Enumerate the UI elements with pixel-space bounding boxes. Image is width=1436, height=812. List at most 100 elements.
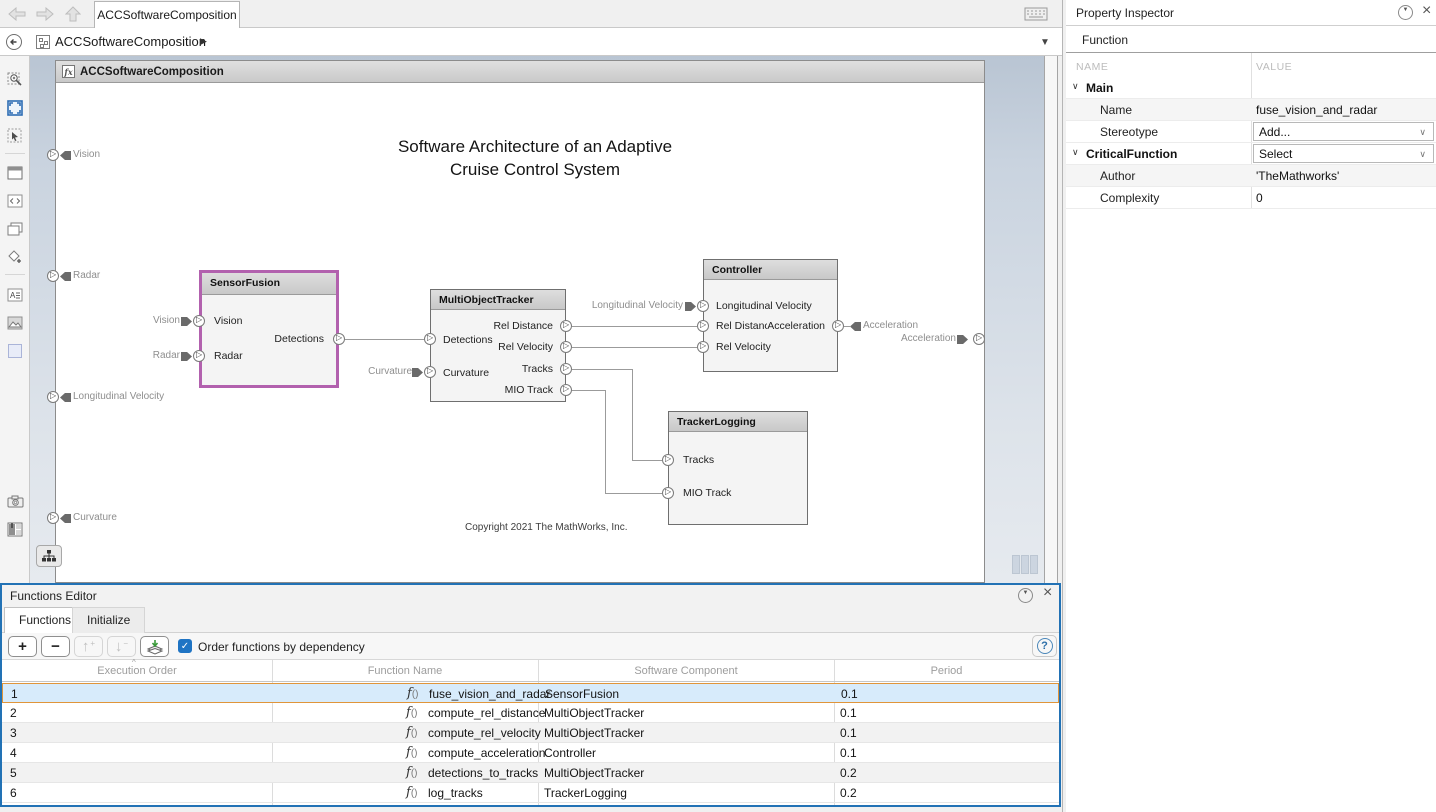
- output-port[interactable]: [560, 363, 572, 375]
- resize-grip[interactable]: [1012, 555, 1020, 574]
- forward-arrow-icon[interactable]: [34, 4, 56, 24]
- area-box-icon[interactable]: [6, 342, 24, 360]
- boundary-port-acceleration[interactable]: [973, 333, 985, 345]
- table-row[interactable]: 1 fuse_vision_and_radar SensorFusion 0.1: [2, 683, 1059, 703]
- connector-acceleration[interactable]: [844, 326, 851, 327]
- image-icon[interactable]: [6, 314, 24, 332]
- order-by-dependency-checkbox[interactable]: [178, 639, 192, 653]
- input-port[interactable]: [662, 454, 674, 466]
- add-function-button[interactable]: +: [8, 636, 37, 657]
- zoom-region-icon[interactable]: [6, 71, 24, 89]
- component-block-icon[interactable]: [6, 164, 24, 182]
- connector-rel-distance[interactable]: [572, 326, 697, 327]
- component-multiobjecttracker[interactable]: MultiObjectTracker Detections Curvature …: [430, 289, 566, 402]
- source-label[interactable]: Radar: [130, 350, 180, 361]
- output-port[interactable]: [560, 384, 572, 396]
- move-down-button[interactable]: ↓−: [107, 636, 136, 657]
- copyright-annotation[interactable]: Copyright 2021 The MathWorks, Inc.: [465, 522, 628, 533]
- connector-detections[interactable]: [345, 339, 424, 340]
- output-port[interactable]: [832, 320, 844, 332]
- col-period[interactable]: Period: [834, 665, 1059, 677]
- tab-initialize[interactable]: Initialize: [72, 607, 145, 633]
- connector-mio-track[interactable]: [572, 390, 606, 391]
- input-port[interactable]: [424, 333, 436, 345]
- boundary-port-vision[interactable]: [47, 149, 59, 161]
- annotation-icon[interactable]: A: [6, 286, 24, 304]
- viewpoints-icon[interactable]: [6, 520, 24, 538]
- name-value-field[interactable]: fuse_vision_and_radar: [1256, 103, 1377, 117]
- remove-function-button[interactable]: −: [41, 636, 70, 657]
- component-sensorfusion[interactable]: SensorFusion Vision Radar Detections: [199, 270, 339, 388]
- connector-mio-track[interactable]: [605, 390, 606, 493]
- input-port[interactable]: [697, 320, 709, 332]
- source-label[interactable]: Longitudinal Velocity: [575, 300, 683, 311]
- connector-mio-track[interactable]: [605, 493, 662, 494]
- fit-to-view-icon[interactable]: [6, 99, 24, 117]
- sink-label[interactable]: Acceleration: [863, 320, 918, 331]
- source-label[interactable]: Curvature: [352, 366, 412, 377]
- table-row[interactable]: 5 detections_to_tracks MultiObjectTracke…: [2, 763, 1059, 783]
- boundary-port-curvature[interactable]: [47, 512, 59, 524]
- stereotype-dropdown[interactable]: Add... ∨: [1253, 122, 1434, 141]
- panel-menu-icon[interactable]: [1398, 5, 1413, 20]
- back-arrow-icon[interactable]: [6, 4, 28, 24]
- connector-tracks[interactable]: [632, 369, 633, 460]
- resize-grip[interactable]: [1021, 555, 1029, 574]
- resize-grip[interactable]: [1030, 555, 1038, 574]
- vertical-scrollbar[interactable]: [1044, 56, 1058, 583]
- chevron-down-icon[interactable]: ∨: [1072, 147, 1079, 158]
- section-row-criticalfunction[interactable]: ∨ CriticalFunction Select ∨: [1066, 143, 1436, 165]
- update-dependencies-icon[interactable]: [140, 636, 169, 657]
- output-port[interactable]: [560, 341, 572, 353]
- diagram-canvas[interactable]: fx ACCSoftwareComposition Software Archi…: [30, 56, 1062, 583]
- help-button[interactable]: ?: [1032, 635, 1057, 657]
- boundary-port-label[interactable]: Radar: [73, 270, 100, 281]
- criticalfunction-dropdown[interactable]: Select ∨: [1253, 144, 1434, 163]
- col-function-name[interactable]: Function Name: [272, 665, 538, 677]
- input-port[interactable]: [662, 487, 674, 499]
- input-port[interactable]: [697, 341, 709, 353]
- connector-tracks[interactable]: [632, 460, 662, 461]
- input-port[interactable]: [193, 315, 205, 327]
- boundary-port-label[interactable]: Vision: [73, 149, 100, 160]
- add-junction-icon[interactable]: [6, 248, 24, 266]
- boundary-port-label[interactable]: Curvature: [73, 512, 117, 523]
- boundary-port-radar[interactable]: [47, 270, 59, 282]
- keyboard-icon[interactable]: [1022, 5, 1050, 23]
- back-circle-icon[interactable]: [5, 33, 23, 51]
- author-value-field[interactable]: 'TheMathworks': [1256, 169, 1339, 183]
- chevron-down-icon[interactable]: ▼: [1040, 37, 1050, 48]
- document-tab[interactable]: ACCSoftwareComposition: [94, 1, 240, 28]
- input-port[interactable]: [424, 366, 436, 378]
- panel-menu-icon[interactable]: [1018, 588, 1033, 603]
- chevron-down-icon[interactable]: ∨: [1072, 81, 1079, 92]
- output-port[interactable]: [333, 333, 345, 345]
- move-up-button[interactable]: ↑+: [74, 636, 103, 657]
- hierarchy-view-icon[interactable]: [36, 545, 62, 567]
- boundary-port-label[interactable]: Longitudinal Velocity: [73, 391, 164, 402]
- source-label[interactable]: Vision: [130, 315, 180, 326]
- table-row[interactable]: 2 compute_rel_distance MultiObjectTracke…: [2, 703, 1059, 723]
- table-row[interactable]: 3 compute_rel_velocity MultiObjectTracke…: [2, 723, 1059, 743]
- screenshot-camera-icon[interactable]: [6, 492, 24, 510]
- input-port[interactable]: [697, 300, 709, 312]
- table-row[interactable]: 6 log_tracks TrackerLogging 0.2: [2, 783, 1059, 803]
- code-component-icon[interactable]: [6, 192, 24, 210]
- table-row[interactable]: 4 compute_acceleration Controller 0.1: [2, 743, 1059, 763]
- close-icon[interactable]: [1043, 584, 1052, 602]
- connector-tracks[interactable]: [572, 369, 632, 370]
- select-arrow-icon[interactable]: [6, 127, 24, 145]
- diagram-title-annotation[interactable]: Software Architecture of an Adaptive Cru…: [385, 136, 685, 182]
- component-trackerlogging[interactable]: TrackerLogging Tracks MIO Track: [668, 411, 808, 525]
- breadcrumb[interactable]: ACCSoftwareComposition: [55, 34, 206, 49]
- section-row-main[interactable]: ∨ Main: [1066, 77, 1436, 99]
- component-controller[interactable]: Controller Longitudinal Velocity Rel Dis…: [703, 259, 838, 372]
- connector-rel-velocity[interactable]: [572, 347, 697, 348]
- output-port[interactable]: [560, 320, 572, 332]
- close-icon[interactable]: [1422, 2, 1431, 20]
- complexity-value-field[interactable]: 0: [1256, 191, 1263, 205]
- breadcrumb-expand-icon[interactable]: ▶: [200, 36, 207, 47]
- col-software-component[interactable]: Software Component: [538, 665, 834, 677]
- copy-block-icon[interactable]: [6, 220, 24, 238]
- up-arrow-icon[interactable]: [62, 4, 84, 24]
